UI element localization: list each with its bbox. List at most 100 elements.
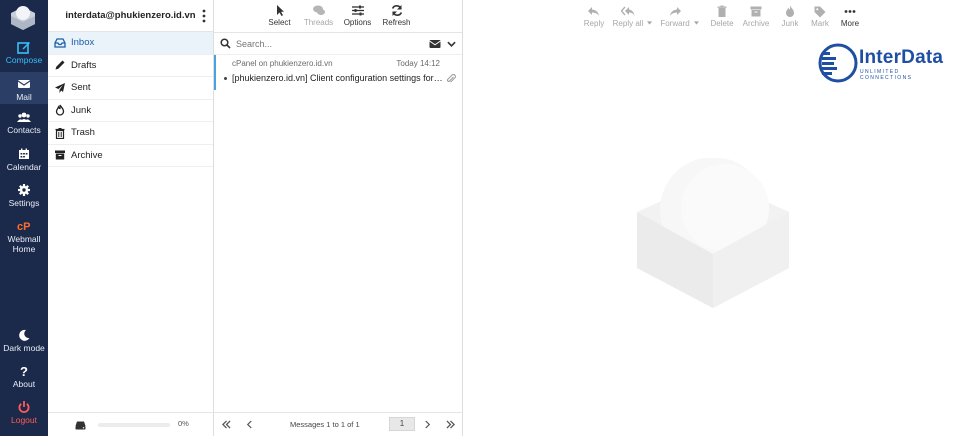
threads-button[interactable]: Threads: [304, 4, 334, 27]
delete-button[interactable]: Delete: [709, 5, 735, 28]
pencil-icon: [55, 60, 65, 70]
cpanel-icon: cP: [17, 221, 30, 233]
message-row[interactable]: cPanel on phukienzero.id.vn Today 14:12 …: [214, 55, 462, 90]
next-page-icon[interactable]: [424, 420, 431, 429]
folder-label: Junk: [71, 104, 92, 116]
unread-indicator: [224, 77, 227, 80]
list-toolbar: Select Threads Options Refresh: [214, 0, 462, 33]
logo-wordmark: InterData: [859, 47, 944, 68]
search-input[interactable]: [236, 38, 429, 49]
about-label: About: [12, 379, 36, 389]
archive-button[interactable]: Archive: [739, 5, 773, 28]
fire-icon: [55, 104, 65, 116]
folder-trash[interactable]: Trash: [48, 122, 213, 145]
about-button[interactable]: ? About: [0, 364, 48, 392]
roundcube-watermark-icon: [637, 158, 789, 308]
message-date: Today 14:12: [396, 59, 440, 68]
mark-label: Mark: [811, 19, 829, 28]
folder-pane: interdata@phukienzero.id.vn Inbox Drafts…: [48, 0, 214, 436]
forward-icon: [670, 7, 681, 16]
nav-calendar[interactable]: Calendar: [0, 147, 48, 177]
preview-pane: Reply Reply all Forward Delete Archive J…: [463, 0, 960, 436]
reply-icon: [588, 7, 599, 16]
archive-icon: [750, 6, 762, 17]
logout-label: Logout: [11, 415, 37, 425]
envelope-icon: [17, 80, 31, 88]
archive-icon: [55, 150, 65, 160]
kebab-menu-icon[interactable]: [199, 8, 209, 24]
select-button[interactable]: Select: [265, 4, 295, 27]
logout-button[interactable]: Logout: [0, 400, 48, 428]
message-list-pane: Select Threads Options Refresh cPanel on…: [214, 0, 463, 436]
dark-mode-toggle[interactable]: Dark mode: [0, 328, 48, 356]
compose-label: Compose: [5, 55, 43, 65]
fire-icon: [786, 5, 794, 17]
reply-all-button[interactable]: Reply all: [611, 5, 645, 28]
folder-drafts[interactable]: Drafts: [48, 55, 213, 77]
refresh-label: Refresh: [382, 18, 411, 27]
options-label: Options: [343, 18, 372, 27]
compose-icon: [17, 42, 30, 54]
pagination-bar: Messages 1 to 1 of 1 1: [214, 412, 463, 436]
folder-sent[interactable]: Sent: [48, 77, 213, 100]
reply-all-icon: [621, 6, 635, 16]
main-nav-rail: Compose Mail Contacts Calendar Settings …: [0, 0, 48, 436]
junk-button[interactable]: Junk: [777, 5, 803, 28]
folder-inbox[interactable]: Inbox: [48, 32, 213, 55]
quota-percent: 0%: [178, 419, 189, 428]
nav-mail[interactable]: Mail: [0, 72, 48, 104]
nav-webmall-home[interactable]: cP Webmall Home: [0, 219, 48, 257]
forward-dropdown-icon[interactable]: [694, 21, 699, 25]
page-number-input[interactable]: 1: [389, 417, 415, 431]
folder-archive[interactable]: Archive: [48, 145, 213, 167]
message-toolbar: Reply Reply all Forward Delete Archive J…: [581, 0, 863, 33]
refresh-icon: [391, 5, 402, 16]
threads-label: Threads: [303, 18, 334, 27]
options-button[interactable]: Options: [343, 4, 373, 27]
svg-text:?: ?: [20, 364, 28, 378]
mark-button[interactable]: Mark: [807, 5, 833, 28]
select-label: Select: [268, 18, 291, 27]
moon-icon: [19, 329, 30, 341]
quota-indicator: 0%: [48, 412, 214, 436]
inbox-icon: [54, 38, 66, 48]
envelope-filter-icon[interactable]: [429, 39, 441, 49]
paperclip-icon: [446, 74, 456, 83]
mail-label: Mail: [16, 92, 32, 102]
reply-all-dropdown-icon[interactable]: [647, 21, 652, 25]
folder-label: Drafts: [71, 59, 97, 71]
reply-label: Reply: [583, 19, 605, 28]
gear-icon: [18, 184, 30, 196]
junk-label: Junk: [781, 19, 799, 28]
reply-button[interactable]: Reply: [581, 5, 607, 28]
search-icon: [220, 38, 231, 49]
previous-page-icon[interactable]: [246, 420, 253, 429]
last-page-icon[interactable]: [445, 420, 456, 429]
webmall-label-line2: Home: [12, 244, 36, 254]
tag-icon: [814, 6, 826, 18]
folder-label: Sent: [71, 82, 91, 94]
reply-all-label: Reply all: [612, 19, 644, 28]
message-subject: [phukienzero.id.vn] Client configuration…: [232, 73, 444, 83]
search-bar: [214, 33, 462, 55]
sliders-icon: [351, 5, 364, 16]
nav-settings[interactable]: Settings: [0, 183, 48, 213]
chevron-down-icon[interactable]: [447, 40, 456, 48]
calendar-label: Calendar: [6, 162, 42, 172]
more-button[interactable]: More: [837, 5, 863, 28]
folder-junk[interactable]: Junk: [48, 100, 213, 122]
compose-button[interactable]: Compose: [0, 38, 48, 68]
roundcube-logo[interactable]: [8, 4, 38, 32]
delete-label: Delete: [710, 19, 734, 28]
hard-drive-icon: [75, 421, 86, 430]
quota-bar: [98, 423, 170, 427]
folder-label: Archive: [71, 149, 103, 161]
refresh-button[interactable]: Refresh: [382, 4, 412, 27]
webmail-app: Compose Mail Contacts Calendar Settings …: [0, 0, 960, 436]
pager-info: Messages 1 to 1 of 1: [290, 420, 360, 429]
nav-contacts[interactable]: Contacts: [0, 110, 48, 140]
first-page-icon[interactable]: [221, 420, 232, 429]
comments-icon: [312, 5, 325, 15]
trash-icon: [55, 127, 65, 139]
forward-button[interactable]: Forward: [658, 5, 692, 28]
